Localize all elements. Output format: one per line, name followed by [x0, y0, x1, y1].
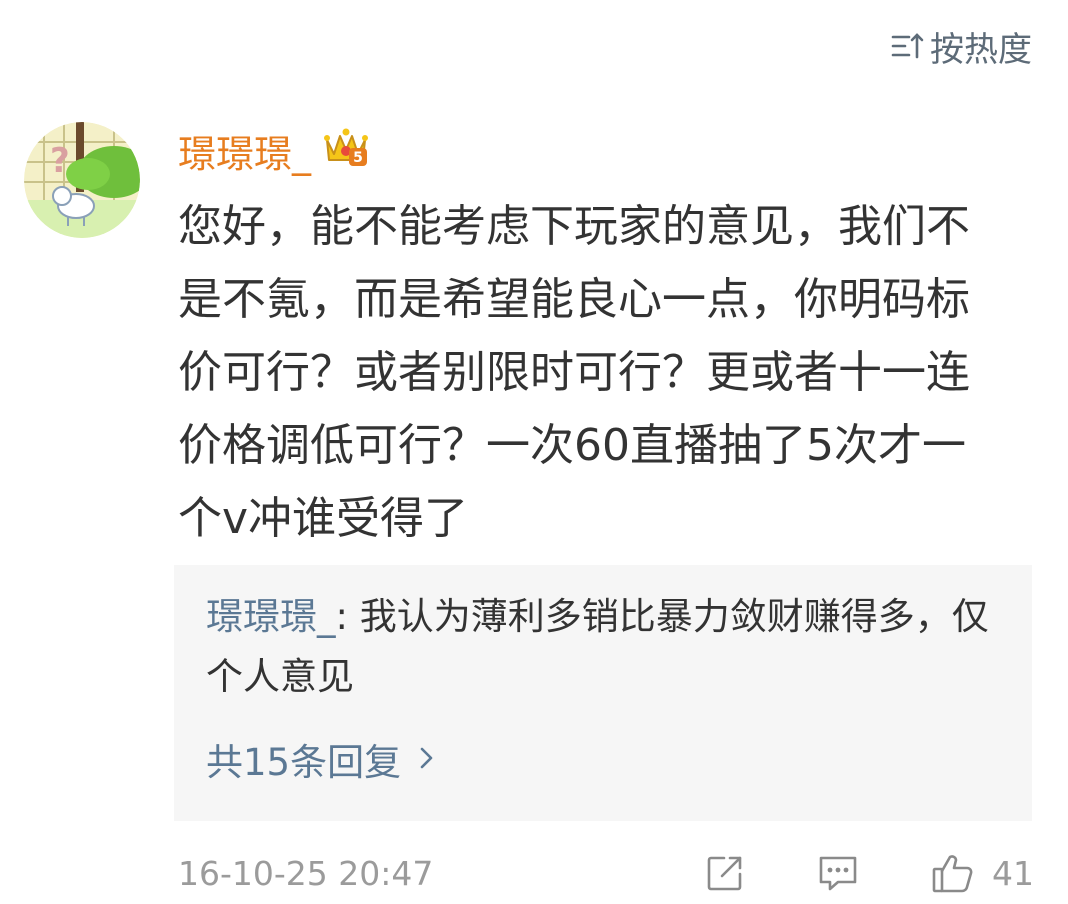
reply-preview[interactable]: 璟璟璟_: 我认为薄利多销比暴力敛财赚得多，仅个人意见 共15条回复 [174, 565, 1032, 821]
comment-footer: 16-10-25 20:47 41 [178, 848, 1034, 898]
sort-label: 按热度 [930, 29, 1032, 70]
reply-username[interactable]: 璟璟璟_ [206, 595, 336, 638]
sort-lines-icon [890, 31, 924, 61]
reply-separator: : [335, 595, 360, 638]
like-button[interactable]: 41 [930, 850, 1034, 896]
crown-level-icon: 5 [323, 124, 369, 177]
comment-actions: 41 [704, 850, 1034, 896]
comment-text: 您好，能不能考虑下玩家的意见，我们不是不氪，而是希望能良心一点，你明码标价可行？… [178, 201, 970, 544]
share-icon [704, 852, 746, 894]
username-link[interactable]: 璟璟璟_ 5 [178, 124, 369, 176]
chevron-right-icon [419, 738, 435, 781]
avatar[interactable]: ? [24, 122, 140, 238]
svg-text:5: 5 [353, 150, 363, 166]
timestamp: 16-10-25 20:47 [178, 853, 434, 893]
reply-count-label: 共15条回复 [206, 741, 402, 784]
sort-by-heat-button[interactable]: 按热度 [890, 24, 1032, 70]
svg-text:?: ? [50, 141, 70, 181]
like-count: 41 [992, 853, 1034, 893]
reply-button[interactable] [816, 852, 860, 894]
thumbs-up-icon [930, 850, 976, 896]
username: 璟璟璟_ [178, 131, 312, 176]
view-all-replies-link[interactable]: 共15条回复 [206, 737, 435, 784]
reply-preview-text: 璟璟璟_: 我认为薄利多销比暴力敛财赚得多，仅个人意见 [206, 587, 996, 707]
share-button[interactable] [704, 852, 746, 894]
comment-icon [816, 852, 860, 894]
